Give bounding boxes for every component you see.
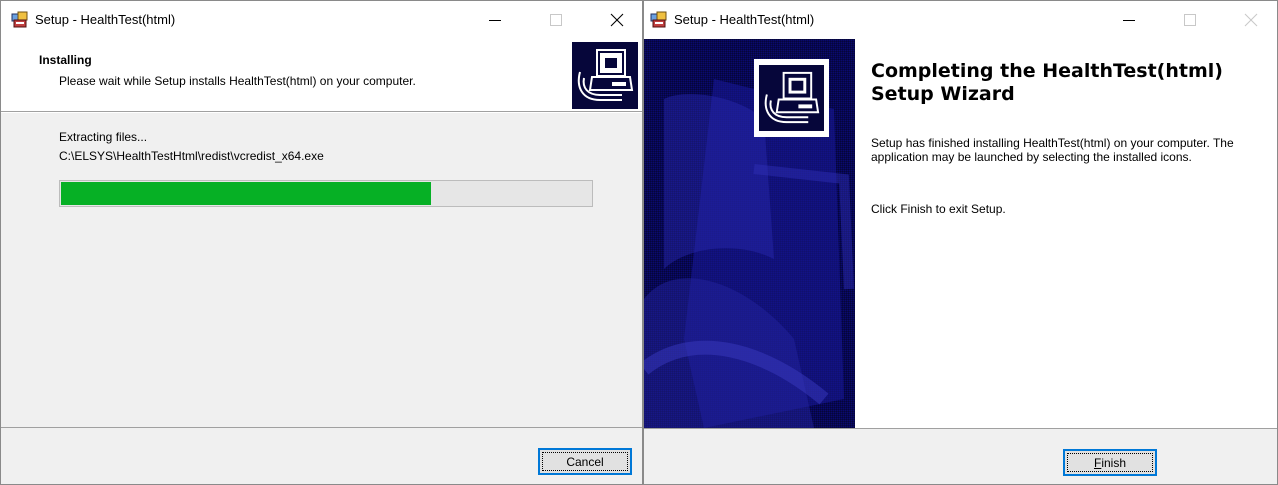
title-bar[interactable]: Setup - HealthTest(html) — [644, 1, 1277, 39]
close-button[interactable] — [594, 1, 640, 39]
finish-instruction: Click Finish to exit Setup. — [871, 202, 1006, 216]
finish-description: Setup has finished installing HealthTest… — [871, 136, 1234, 164]
maximize-icon — [550, 14, 562, 26]
setup-window-installing: Setup - HealthTest(html) Installing Plea… — [0, 0, 643, 485]
page-title: Completing the HealthTest(html) Setup Wi… — [871, 60, 1223, 105]
page-subtitle: Please wait while Setup installs HealthT… — [59, 74, 416, 88]
window-title: Setup - HealthTest(html) — [674, 12, 815, 27]
setup-window-complete: Setup - HealthTest(html) Completing the … — [643, 0, 1278, 485]
wizard-footer: Finish — [644, 428, 1277, 484]
installer-computer-icon — [572, 42, 638, 109]
close-icon — [610, 13, 624, 27]
minimize-icon — [1123, 14, 1135, 26]
install-progress-bar — [59, 180, 593, 207]
window-title: Setup - HealthTest(html) — [35, 12, 176, 27]
progress-fill — [61, 182, 432, 205]
title-bar[interactable]: Setup - HealthTest(html) — [1, 1, 642, 39]
minimize-icon — [489, 14, 501, 26]
finish-button[interactable]: Finish — [1063, 449, 1157, 476]
minimize-button[interactable] — [472, 1, 518, 39]
setup-app-icon — [11, 11, 29, 29]
minimize-button[interactable] — [1106, 1, 1152, 39]
close-button — [1228, 1, 1274, 39]
wizard-side-image — [644, 39, 855, 428]
wizard-body: Extracting files... C:\ELSYS\HealthTestH… — [1, 113, 642, 427]
maximize-icon — [1184, 14, 1196, 26]
status-text: Extracting files... — [59, 130, 148, 144]
current-file-path: C:\ELSYS\HealthTestHtml\redist\vcredist_… — [59, 149, 324, 163]
close-icon — [1244, 13, 1258, 27]
wizard-header: Installing Please wait while Setup insta… — [1, 39, 642, 112]
maximize-button — [1167, 1, 1213, 39]
setup-app-icon — [650, 11, 668, 29]
wizard-footer: Cancel — [1, 427, 642, 484]
cancel-button[interactable]: Cancel — [538, 448, 632, 475]
page-title: Installing — [39, 53, 92, 67]
maximize-button — [533, 1, 579, 39]
installer-computer-icon — [754, 59, 829, 137]
